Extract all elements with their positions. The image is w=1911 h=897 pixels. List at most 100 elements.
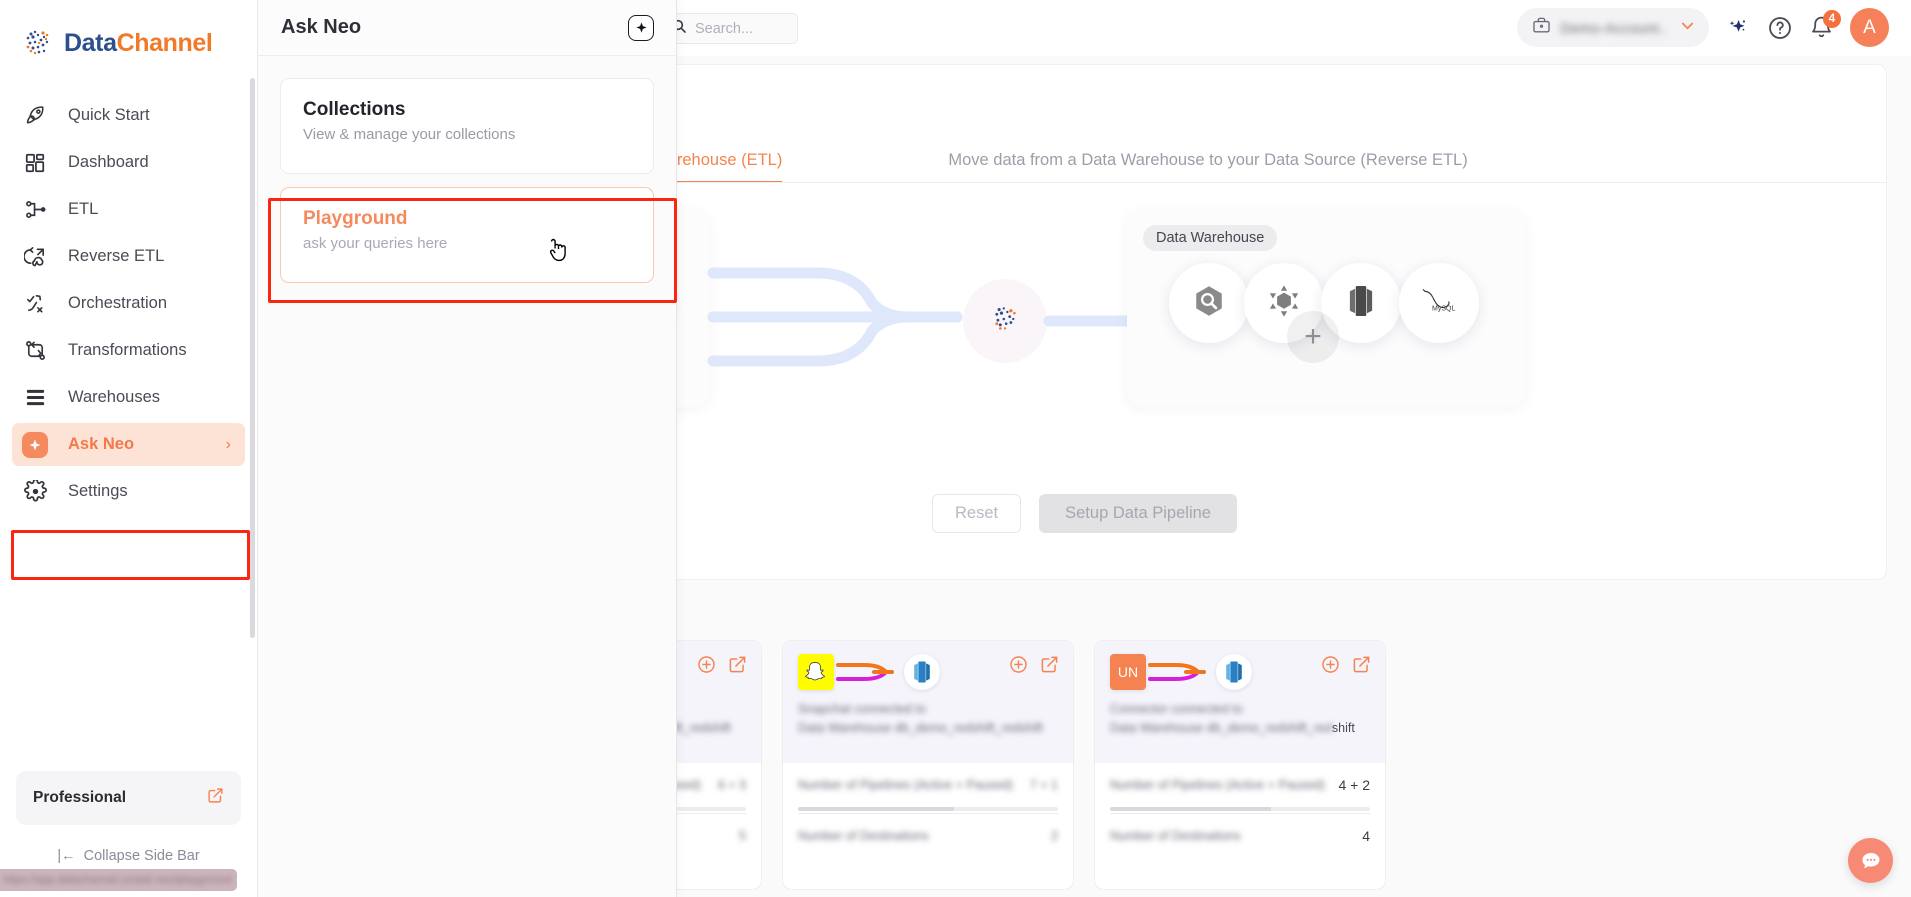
neo-card-collections[interactable]: Collections View & manage your collectio…	[280, 78, 654, 174]
sidebar-item-quick-start[interactable]: Quick Start	[12, 94, 245, 137]
redshift-icon	[1216, 654, 1252, 690]
notification-count-badge: 4	[1823, 10, 1841, 28]
datachannel-hub-icon	[985, 299, 1025, 344]
plus-circle-icon[interactable]	[1009, 655, 1028, 679]
neo-card-subtitle: ask your queries here	[303, 235, 448, 252]
row-value: 5	[739, 829, 746, 843]
neo-card-subtitle: View & manage your collections	[303, 126, 516, 143]
sparkle-outline-icon[interactable]	[628, 14, 654, 41]
sparkle-badge-icon	[22, 431, 48, 458]
sidebar-scrollbar[interactable]	[250, 78, 255, 638]
ask-neo-panel: Ask Neo Collections View & manage your c…	[258, 0, 677, 897]
table-row: Number of Destinations 2	[798, 814, 1058, 858]
external-link-icon[interactable]	[728, 655, 747, 679]
sidebar-nav: Quick Start Dashboard ETL Reverse ETL Or…	[0, 82, 257, 771]
collapse-sidebar-label: Collapse Side Bar	[83, 848, 200, 864]
sidebar-item-reverse-etl[interactable]: Reverse ETL	[12, 235, 245, 278]
brand-name-part2: Channel	[116, 28, 213, 57]
connector-card-subtitle: Data Warehouse db_demo_redshift_red	[1110, 721, 1332, 735]
app-root: DataChannel Quick Start Dashboard ETL Re…	[0, 0, 1911, 897]
row-value: 4	[1362, 828, 1370, 844]
sidebar-item-dashboard[interactable]: Dashboard	[12, 141, 245, 184]
add-warehouse-button[interactable]: +	[1287, 311, 1339, 363]
browser-status-bar: https://app.datachannel.co/ask-neo/playg…	[0, 869, 237, 891]
sidebar-item-label: Ask Neo	[68, 435, 135, 453]
workspace-selector[interactable]: Demo-Account..	[1516, 8, 1709, 47]
avatar[interactable]: A	[1850, 8, 1889, 47]
reset-button[interactable]: Reset	[932, 494, 1022, 533]
connector-card-rows: Number of Pipelines (Active + Paused) 7 …	[783, 763, 1073, 858]
sidebar-item-warehouses[interactable]: Warehouses	[12, 376, 245, 419]
external-link-icon[interactable]	[1352, 655, 1371, 679]
sidebar-item-settings[interactable]: Settings	[12, 470, 245, 513]
status-bar-url: https://app.datachannel.co/ask-neo/playg…	[3, 874, 232, 886]
connector-card-title: Connector connected to	[1110, 702, 1243, 716]
setup-data-pipeline-button[interactable]: Setup Data Pipeline	[1039, 494, 1237, 533]
external-link-icon[interactable]	[207, 787, 224, 809]
sidebar-item-orchestration[interactable]: Orchestration	[12, 282, 245, 325]
sidebar-item-label: Transformations	[68, 341, 187, 359]
brand-name: DataChannel	[64, 28, 213, 58]
flow-arrow-icon	[836, 663, 894, 681]
sidebar-item-transformations[interactable]: Transformations	[12, 329, 245, 372]
warehouse-node-bigquery[interactable]	[1169, 263, 1249, 343]
external-link-icon[interactable]	[1040, 655, 1059, 679]
collapse-left-icon: |←	[57, 848, 76, 864]
sidebar-item-etl[interactable]: ETL	[12, 188, 245, 231]
warehouse-node-mysql[interactable]: MySQL	[1399, 263, 1479, 343]
table-row: Number of Pipelines (Active + Paused) 4 …	[1110, 763, 1370, 807]
top-right-actions: Demo-Account.. 4 A	[1516, 8, 1889, 47]
row-value: 2	[1051, 829, 1058, 843]
transformations-icon	[22, 338, 48, 364]
svg-text:MySQL: MySQL	[1432, 305, 1455, 312]
connector-card-header: Snapchat connected to Data Warehouse db_…	[783, 641, 1073, 763]
briefcase-icon	[1532, 16, 1551, 40]
grid-icon	[22, 150, 48, 176]
connector-card-subtitle: Data Warehouse db_demo_redshift_redshift	[798, 721, 1043, 735]
connector-card[interactable]: Snapchat connected to Data Warehouse db_…	[782, 640, 1074, 890]
plus-circle-icon[interactable]	[697, 655, 716, 679]
sidebar-item-label: ETL	[68, 200, 99, 218]
ask-neo-panel-header: Ask Neo	[258, 0, 676, 56]
sidebar-item-label: Settings	[68, 482, 128, 500]
pipeline-hub-node	[963, 279, 1047, 363]
row-label: Number of Destinations	[798, 829, 929, 843]
brand-logo[interactable]: DataChannel	[0, 0, 257, 82]
tabs-spacer	[782, 151, 948, 183]
neo-card-title: Playground	[303, 208, 408, 229]
chevron-right-icon: ›	[225, 435, 231, 453]
redshift-icon	[1345, 284, 1377, 323]
sidebar: DataChannel Quick Start Dashboard ETL Re…	[0, 0, 258, 897]
neo-card-playground[interactable]: Playground ask your queries here	[280, 187, 654, 283]
sidebar-item-ask-neo[interactable]: Ask Neo ›	[12, 423, 245, 466]
plus-circle-icon[interactable]	[1321, 655, 1340, 679]
sparkles-icon[interactable]	[1725, 15, 1751, 41]
plus-icon: +	[1304, 320, 1322, 353]
progress-bar	[1110, 807, 1370, 811]
search-input[interactable]: Search...	[658, 13, 798, 44]
chat-bubble-icon[interactable]	[1848, 838, 1893, 883]
ask-neo-panel-body: Collections View & manage your collectio…	[258, 56, 676, 283]
warehouse-icon	[22, 385, 48, 411]
plan-card[interactable]: Professional	[16, 771, 241, 825]
connector-card-subtitle-tail: shift	[1331, 721, 1355, 735]
table-row: Number of Destinations 4	[1110, 814, 1370, 858]
search-placeholder: Search...	[695, 20, 754, 37]
connector-card[interactable]: UN Connector connected to Data Warehouse…	[1094, 640, 1386, 890]
connector-card-actions	[1321, 655, 1371, 679]
redshift-icon	[904, 654, 940, 690]
gear-icon	[22, 479, 48, 505]
sidebar-item-label: Dashboard	[68, 153, 149, 171]
connector-card-header: UN Connector connected to Data Warehouse…	[1095, 641, 1385, 763]
snapchat-icon	[798, 654, 834, 690]
ask-neo-panel-title: Ask Neo	[281, 16, 362, 38]
notifications-button[interactable]: 4	[1809, 10, 1841, 40]
neo-card-title: Collections	[303, 99, 406, 120]
help-circle-icon[interactable]	[1767, 15, 1793, 41]
connector-card-title: Snapchat connected to	[798, 702, 926, 716]
flow-arrow-icon	[1148, 663, 1206, 681]
tab-reverse-etl[interactable]: Move data from a Data Warehouse to your …	[948, 151, 1467, 183]
row-value: 6 + 3	[717, 778, 746, 792]
collapse-sidebar-button[interactable]: |← Collapse Side Bar	[16, 839, 241, 873]
sidebar-item-label: Reverse ETL	[68, 247, 165, 265]
